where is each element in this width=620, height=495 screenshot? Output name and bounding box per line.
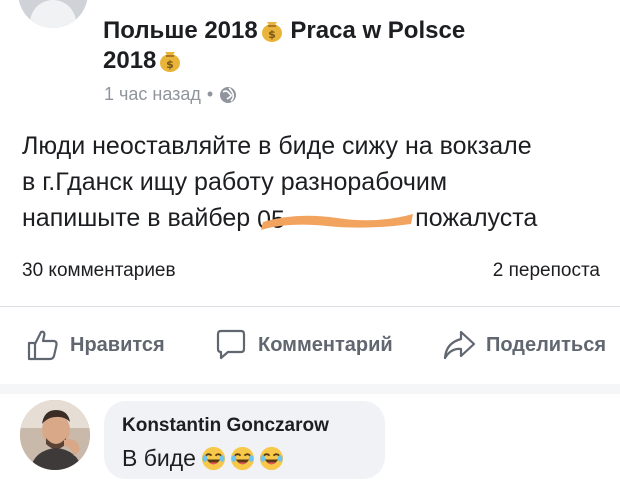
comment-text: В биде [122, 445, 196, 471]
comment-body: В биде [122, 445, 285, 472]
engagement-counts: 30 комментариев 2 перепоста [22, 260, 600, 282]
laughing-emoji-icon [259, 446, 284, 471]
post-timestamp[interactable]: 1 час назад [104, 84, 201, 105]
thumbs-up-icon [27, 330, 58, 361]
laughing-emoji-icon [201, 446, 226, 471]
post-meta: 1 час назад • [104, 84, 237, 105]
post-text-line: в г.Гданск ищу работу разнорабочим [22, 168, 448, 196]
divider [0, 306, 620, 307]
post-actions-bar: Нравится Комментарий Поделиться [26, 328, 606, 362]
title-year: 2018 [103, 47, 157, 74]
money-bag-icon: $ [160, 52, 181, 72]
post-title[interactable]: _ Польше 2018 $ Praca w Polsce 2018 $ [103, 0, 603, 76]
post-body: Люди неоставляйте в биде сижу на вокзале… [22, 128, 612, 236]
svg-text:$: $ [268, 28, 276, 41]
redaction-scribble [261, 214, 414, 230]
title-line-2: Польше 2018 $ Praca w Polsce [103, 16, 603, 46]
share-button[interactable]: Поделиться [442, 328, 606, 362]
title-line-3: 2018 $ [103, 46, 603, 76]
comment-label: Комментарий [257, 333, 393, 356]
meta-separator: • [206, 84, 214, 104]
title-group-name-polish[interactable]: Praca w Polsce [290, 17, 465, 44]
commenter-photo [20, 400, 90, 470]
svg-text:$: $ [167, 58, 175, 71]
like-label: Нравится [70, 333, 165, 356]
comment-icon [216, 329, 246, 360]
money-bag-icon: $ [261, 22, 282, 42]
comment-bubble[interactable]: Konstantin Gonczarow В биде [104, 401, 385, 479]
comment-author[interactable]: Konstantin Gonczarow [122, 415, 329, 437]
facebook-post-card: _ Польше 2018 $ Praca w Polsce 2018 $ 1 ча… [0, 0, 620, 495]
commenter-avatar[interactable] [20, 400, 90, 470]
post-text-line: напишыте в вайбер 05 пожалуста [22, 200, 612, 236]
like-button[interactable]: Нравится [26, 328, 165, 362]
section-separator [0, 384, 620, 394]
redacted-phone-number: 05 [257, 202, 415, 234]
title-group-name[interactable]: Польше 2018 [103, 17, 258, 44]
title-line-1: _ [103, 0, 117, 14]
emoji-group [200, 445, 285, 472]
shares-count[interactable]: 2 перепоста [493, 260, 600, 282]
globe-icon [220, 86, 237, 103]
share-icon [443, 330, 476, 360]
post-text-line: Люди неоставляйте в биде сижу на вокзале [22, 132, 532, 160]
group-avatar[interactable] [18, 0, 88, 28]
comments-count[interactable]: 30 комментариев [22, 260, 176, 282]
share-label: Поделиться [485, 333, 606, 356]
post-text-segment: напишыте в вайбер [22, 204, 251, 232]
comment-button[interactable]: Комментарий [214, 328, 393, 362]
laughing-emoji-icon [230, 446, 255, 471]
avatar-placeholder-body [30, 0, 76, 28]
post-text-segment: пожалуста [415, 204, 538, 232]
